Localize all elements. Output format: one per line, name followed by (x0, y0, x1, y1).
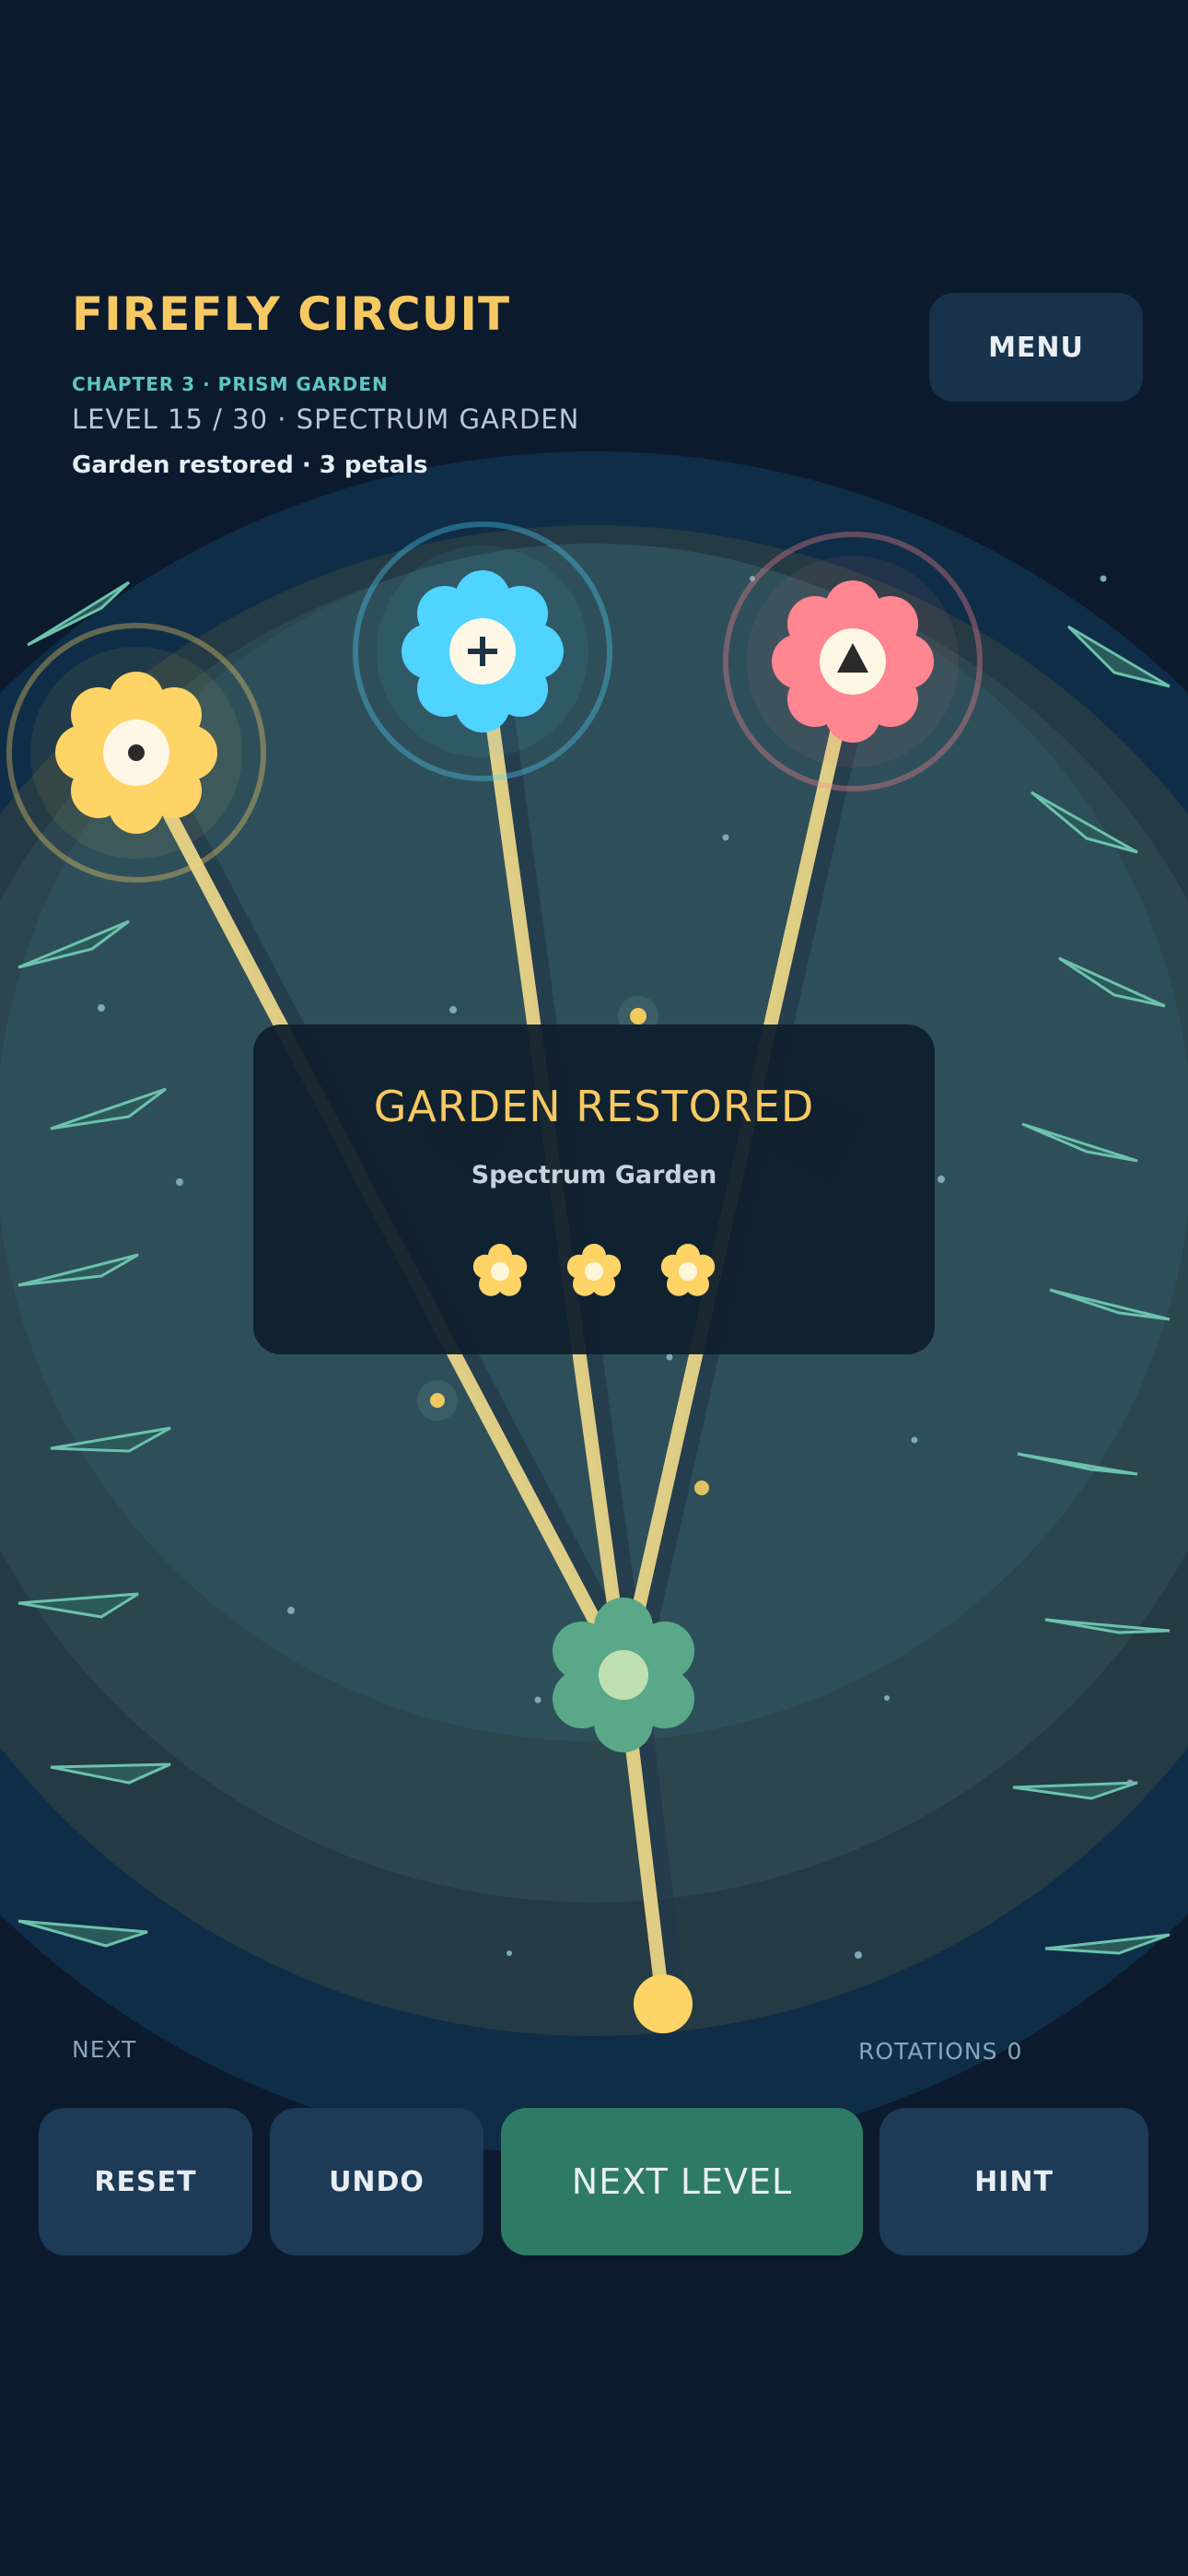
hint-button[interactable]: HINT (879, 2108, 1148, 2255)
menu-button[interactable]: MENU (929, 293, 1143, 402)
next-level-button[interactable]: NEXT LEVEL (501, 2108, 863, 2255)
hub-core (599, 1650, 648, 1700)
firefly (694, 1481, 709, 1495)
sparkle (722, 834, 729, 841)
petal-center (585, 1262, 603, 1281)
sparkle (855, 1951, 862, 1959)
game-title: FIREFLY CIRCUIT (72, 287, 511, 341)
sparkle (98, 1004, 105, 1012)
undo-button[interactable]: UNDO (270, 2108, 483, 2255)
petal-center (679, 1262, 697, 1281)
petal-icon (566, 1244, 622, 1296)
firefly (430, 1393, 445, 1408)
chapter-label: CHAPTER 3 · PRISM GARDEN (72, 373, 389, 395)
dot-glyph (128, 744, 145, 761)
petal-icon (472, 1244, 528, 1296)
light-source[interactable] (634, 1974, 693, 2033)
level-label: LEVEL 15 / 30 · SPECTRUM GARDEN (72, 404, 580, 435)
sparkle (449, 1006, 457, 1013)
level-complete-dialog: GARDEN RESTORED Spectrum Garden (253, 1025, 935, 1354)
petal-icon (660, 1244, 716, 1296)
sparkle (1100, 575, 1107, 582)
plus-bar-v (480, 637, 485, 666)
dialog-subtitle: Spectrum Garden (471, 1161, 717, 1189)
status-text: Garden restored · 3 petals (72, 451, 428, 479)
sparkle (507, 1950, 512, 1956)
dialog-title: GARDEN RESTORED (373, 1082, 815, 1131)
next-label: NEXT (72, 2036, 137, 2063)
sparkle (534, 1696, 542, 1704)
rotations-counter: ROTATIONS 0 (858, 2038, 1022, 2065)
sparkle (1126, 1779, 1134, 1786)
sparkle (911, 1436, 918, 1444)
rotations-label: ROTATIONS (858, 2038, 998, 2065)
reset-button[interactable]: RESET (39, 2108, 252, 2255)
firefly (630, 1008, 646, 1025)
dot-icon (128, 744, 145, 761)
sparkle (287, 1607, 295, 1614)
sparkle (176, 1178, 183, 1186)
sparkle (938, 1176, 945, 1183)
sparkle (884, 1695, 890, 1701)
rotations-value: 0 (1007, 2038, 1023, 2065)
sparkle (666, 1353, 673, 1361)
petal-center (491, 1262, 509, 1281)
petal-rating (472, 1244, 716, 1296)
